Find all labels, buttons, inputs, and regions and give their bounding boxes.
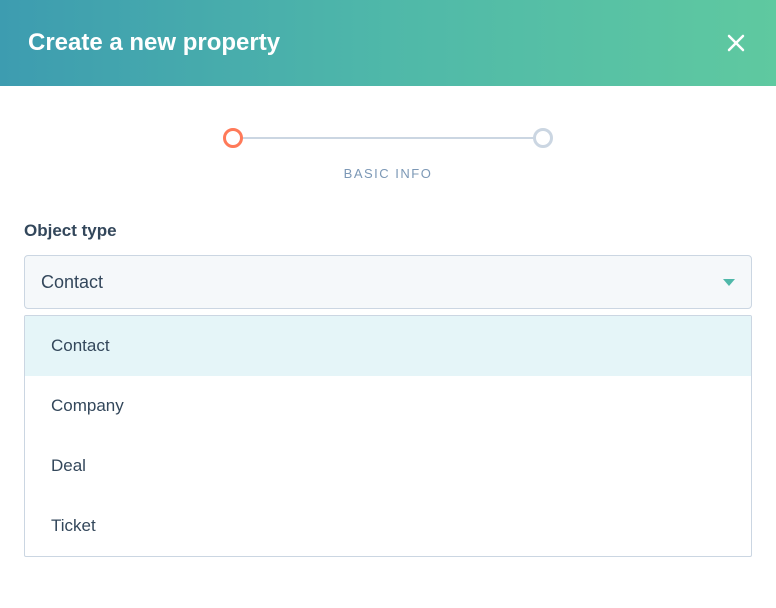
object-type-select[interactable]: Contact	[24, 255, 752, 309]
dropdown-option-ticket[interactable]: Ticket	[25, 496, 751, 556]
dropdown-option-company[interactable]: Company	[25, 376, 751, 436]
object-type-label: Object type	[24, 221, 752, 241]
stepper: BASIC INFO	[0, 86, 776, 193]
close-icon[interactable]	[724, 31, 748, 55]
chevron-down-icon	[723, 279, 735, 286]
form-section: Object type Contact Contact Company Deal…	[0, 193, 776, 557]
stepper-label: BASIC INFO	[344, 166, 433, 181]
stepper-line	[233, 137, 543, 139]
dropdown-option-contact[interactable]: Contact	[25, 316, 751, 376]
dropdown-option-deal[interactable]: Deal	[25, 436, 751, 496]
stepper-dot-active	[223, 128, 243, 148]
object-type-value: Contact	[41, 272, 103, 293]
modal-header: Create a new property	[0, 0, 776, 86]
modal-title: Create a new property	[28, 29, 280, 57]
object-type-dropdown: Contact Company Deal Ticket	[24, 315, 752, 557]
stepper-track	[223, 128, 553, 148]
stepper-dot-inactive	[533, 128, 553, 148]
